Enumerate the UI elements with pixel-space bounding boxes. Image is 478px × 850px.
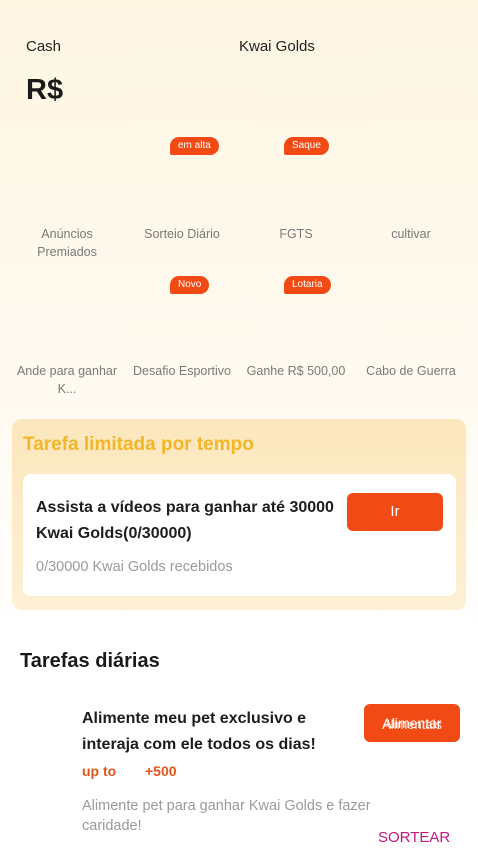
cash-label: Cash (26, 38, 62, 55)
daily-tasks-heading: Tarefas diárias (20, 650, 160, 672)
kwai-golds-label: Kwai Golds (239, 38, 315, 55)
badge-novo: Novo (170, 276, 210, 294)
feature-label: Anúncios Premiados (37, 227, 97, 259)
feature-label: FGTS (279, 227, 313, 241)
badge-lotaria: Lotaria (284, 276, 331, 294)
feed-pet-button[interactable]: Alimentar Alimentais (364, 704, 460, 742)
feature-fgts[interactable]: FGTS (241, 225, 351, 243)
badge-saque: Saque (284, 137, 329, 155)
sortear-link[interactable]: SORTEAR (378, 829, 450, 846)
reward-prefix: up to (82, 763, 117, 779)
badge-em-alta: em alta (170, 137, 219, 155)
daily-task-text: Alimente meu pet exclusivo e interaja co… (82, 710, 316, 753)
feature-label: Sorteio Diário (144, 227, 220, 241)
limited-task-progress: 0/30000 Kwai Golds recebidos (36, 559, 233, 575)
feature-cabo-de-guerra[interactable]: Cabo de Guerra (356, 362, 466, 380)
feature-label: Cabo de Guerra (366, 364, 456, 378)
cash-balance: R$ (26, 74, 64, 106)
feature-ganhe-500[interactable]: Ganhe R$ 500,00 (241, 362, 351, 380)
go-button[interactable]: Ir (347, 493, 443, 531)
reward-amount: +500 (145, 763, 177, 779)
feed-button-overlay-label: Alimentais (382, 717, 442, 732)
feature-ande-para-ganhar[interactable]: Ande para ganhar K... (12, 362, 122, 398)
daily-task-description: Alimente pet para ganhar Kwai Golds e fa… (82, 798, 371, 834)
feature-label: Ande para ganhar K... (16, 364, 118, 396)
limited-task-text: Assista a vídeos para ganhar até 30000 K… (36, 499, 334, 542)
feature-anuncios-premiados[interactable]: Anúncios Premiados (12, 225, 122, 261)
feature-label: cultivar (391, 227, 431, 241)
feature-sorteio-diario[interactable]: Sorteio Diário (127, 225, 237, 243)
feature-desafio-esportivo[interactable]: Desafio Esportivo (127, 362, 237, 380)
limited-task-title: Tarefa limitada por tempo (23, 434, 254, 455)
feature-cultivar[interactable]: cultivar (356, 225, 466, 243)
feature-label: Desafio Esportivo (133, 364, 231, 378)
feature-label: Ganhe R$ 500,00 (246, 364, 346, 378)
